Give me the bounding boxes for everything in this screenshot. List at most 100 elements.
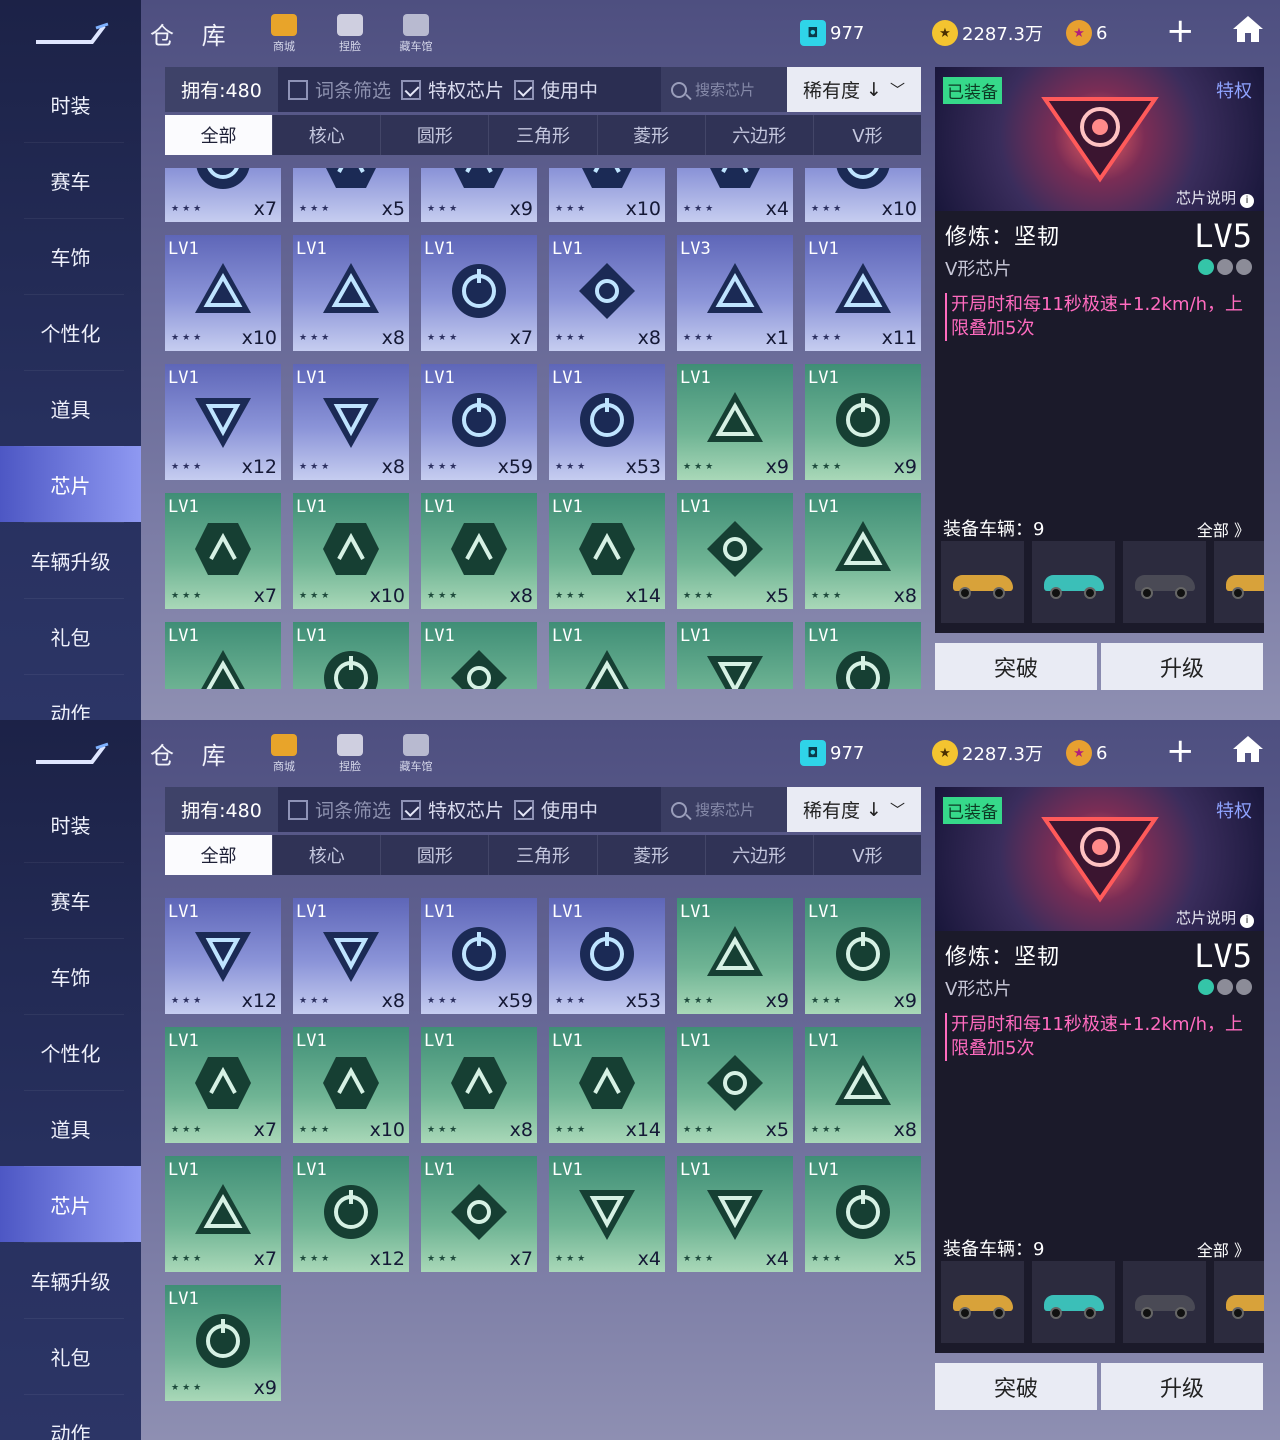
chip-tile[interactable]: ★★★ x10 bbox=[549, 168, 665, 222]
privilege-chip-checkbox[interactable]: 特权芯片 bbox=[401, 76, 504, 103]
category-tab[interactable]: 圆形 bbox=[381, 115, 490, 155]
chip-tile[interactable]: LV1 ★★★ x8 bbox=[421, 493, 537, 609]
category-tab[interactable]: 核心 bbox=[273, 835, 382, 875]
sidebar-item[interactable]: 动作 bbox=[0, 1394, 141, 1440]
chip-tile[interactable]: LV1★★★ bbox=[549, 622, 665, 689]
sidebar-item[interactable]: 时装 bbox=[0, 786, 141, 862]
sidebar-item[interactable]: 芯片 bbox=[0, 446, 141, 522]
vehicle-thumbnail[interactable] bbox=[1123, 1261, 1206, 1343]
vehicle-thumbnail[interactable] bbox=[1123, 541, 1206, 623]
chip-tile[interactable]: LV1 ★★★ x9 bbox=[677, 364, 793, 480]
sidebar-item[interactable]: 芯片 bbox=[0, 1166, 141, 1242]
home-icon[interactable] bbox=[1232, 14, 1264, 44]
category-tab[interactable]: 核心 bbox=[273, 115, 382, 155]
chip-tile[interactable]: LV1 ★★★ x8 bbox=[805, 493, 921, 609]
star-currency[interactable]: ★ 6 bbox=[1066, 18, 1107, 48]
chip-tile[interactable]: LV1 ★★★ x7 bbox=[421, 235, 537, 351]
add-icon[interactable]: + bbox=[1166, 14, 1195, 48]
chip-tile[interactable]: ★★★ x4 bbox=[677, 168, 793, 222]
chip-tile[interactable]: LV1 ★★★ x7 bbox=[165, 1156, 281, 1272]
affix-filter-checkbox[interactable]: 词条筛选 bbox=[288, 76, 391, 103]
category-tab[interactable]: V形 bbox=[814, 115, 921, 155]
sidebar-item[interactable]: 动作 bbox=[0, 674, 141, 721]
chip-tile[interactable]: LV1 ★★★ x12 bbox=[165, 364, 281, 480]
vehicle-thumbnail[interactable] bbox=[941, 541, 1024, 623]
chip-tile[interactable]: LV1 ★★★ x9 bbox=[805, 364, 921, 480]
chip-tile[interactable]: LV1 ★★★ x7 bbox=[165, 1027, 281, 1143]
chip-tile[interactable]: LV1 ★★★ x8 bbox=[293, 235, 409, 351]
ticket-currency[interactable]: ◘ 977 bbox=[800, 738, 864, 768]
category-tab[interactable]: 六边形 bbox=[706, 835, 814, 875]
in-use-checkbox[interactable]: 使用中 bbox=[514, 796, 598, 823]
in-use-checkbox[interactable]: 使用中 bbox=[514, 76, 598, 103]
chip-tile[interactable]: LV1★★★ bbox=[421, 622, 537, 689]
upgrade-button[interactable]: 升级 bbox=[1101, 1363, 1263, 1410]
top-nav-garage[interactable]: 藏车馆 bbox=[396, 734, 436, 774]
chip-tile[interactable]: LV1 ★★★ x10 bbox=[293, 493, 409, 609]
chip-tile[interactable]: LV1 ★★★ x7 bbox=[165, 493, 281, 609]
chip-tile[interactable]: LV1 ★★★ x11 bbox=[805, 235, 921, 351]
category-tab[interactable]: 菱形 bbox=[598, 835, 706, 875]
chip-tile[interactable]: LV1 ★★★ x4 bbox=[677, 1156, 793, 1272]
chip-tile[interactable]: LV1 ★★★ x7 bbox=[421, 1156, 537, 1272]
upgrade-button[interactable]: 升级 bbox=[1101, 643, 1263, 690]
sidebar-item[interactable]: 礼包 bbox=[0, 1318, 141, 1394]
sidebar-item[interactable]: 礼包 bbox=[0, 598, 141, 674]
chip-tile[interactable]: LV1 ★★★ x14 bbox=[549, 493, 665, 609]
sidebar-item[interactable]: 时装 bbox=[0, 66, 141, 142]
coin-currency[interactable]: ★ 2287.3万 bbox=[932, 18, 1043, 48]
sidebar-item[interactable]: 道具 bbox=[0, 1090, 141, 1166]
chip-tile[interactable]: LV1 ★★★ x53 bbox=[549, 364, 665, 480]
sidebar-item[interactable]: 赛车 bbox=[0, 862, 141, 938]
chip-tile[interactable]: LV1 ★★★ x8 bbox=[805, 1027, 921, 1143]
sidebar-item[interactable]: 车饰 bbox=[0, 938, 141, 1014]
top-nav-shop[interactable]: 商城 bbox=[264, 734, 304, 774]
chip-tile[interactable]: LV1 ★★★ x10 bbox=[293, 1027, 409, 1143]
home-icon[interactable] bbox=[1232, 734, 1264, 764]
breakthrough-button[interactable]: 突破 bbox=[935, 643, 1097, 690]
sort-dropdown[interactable]: 稀有度 ↓ ﹀ bbox=[787, 67, 921, 112]
chip-tile[interactable]: LV3 ★★★ x1 bbox=[677, 235, 793, 351]
sidebar-item[interactable]: 车辆升级 bbox=[0, 522, 141, 598]
category-tab[interactable]: 三角形 bbox=[489, 835, 598, 875]
category-tab[interactable]: 三角形 bbox=[489, 115, 598, 155]
chip-tile[interactable]: LV1 ★★★ x8 bbox=[549, 235, 665, 351]
privilege-chip-checkbox[interactable]: 特权芯片 bbox=[401, 796, 504, 823]
category-tab[interactable]: 六边形 bbox=[706, 115, 814, 155]
category-tab[interactable]: 菱形 bbox=[598, 115, 706, 155]
affix-filter-checkbox[interactable]: 词条筛选 bbox=[288, 796, 391, 823]
chip-tile[interactable]: ★★★ x7 bbox=[165, 168, 281, 222]
chip-tile[interactable]: ★★★ x10 bbox=[805, 168, 921, 222]
breakthrough-button[interactable]: 突破 bbox=[935, 1363, 1097, 1410]
chip-description-link[interactable]: 芯片说明 i bbox=[1176, 907, 1254, 928]
star-currency[interactable]: ★ 6 bbox=[1066, 738, 1107, 768]
chip-tile[interactable]: LV1 ★★★ x8 bbox=[293, 898, 409, 1014]
sidebar-item[interactable]: 车辆升级 bbox=[0, 1242, 141, 1318]
chip-tile[interactable]: LV1 ★★★ x8 bbox=[421, 1027, 537, 1143]
chip-tile[interactable]: LV1 ★★★ x10 bbox=[165, 235, 281, 351]
chip-tile[interactable]: LV1★★★ bbox=[805, 622, 921, 689]
category-tab[interactable]: 圆形 bbox=[381, 835, 490, 875]
chip-tile[interactable]: ★★★ x9 bbox=[421, 168, 537, 222]
chip-tile[interactable]: LV1 ★★★ x9 bbox=[805, 898, 921, 1014]
chip-tile[interactable]: LV1 ★★★ x12 bbox=[165, 898, 281, 1014]
chip-tile[interactable]: LV1★★★ bbox=[165, 622, 281, 689]
chip-description-link[interactable]: 芯片说明 i bbox=[1176, 187, 1254, 208]
chip-tile[interactable]: LV1★★★ bbox=[677, 622, 793, 689]
category-tab[interactable]: 全部 bbox=[165, 115, 274, 155]
top-nav-garage[interactable]: 藏车馆 bbox=[396, 14, 436, 54]
chip-search-input[interactable]: 搜索芯片 bbox=[661, 67, 787, 112]
chip-tile[interactable]: LV1 ★★★ x5 bbox=[805, 1156, 921, 1272]
ticket-currency[interactable]: ◘ 977 bbox=[800, 18, 864, 48]
top-nav-shop[interactable]: 商城 bbox=[264, 14, 304, 54]
coin-currency[interactable]: ★ 2287.3万 bbox=[932, 738, 1043, 768]
category-tab[interactable]: 全部 bbox=[165, 835, 274, 875]
view-all-link[interactable]: 全部 》 bbox=[1197, 517, 1250, 541]
chip-tile[interactable]: LV1 ★★★ x4 bbox=[549, 1156, 665, 1272]
vehicle-thumbnail[interactable] bbox=[1032, 1261, 1115, 1343]
top-nav-face-edit[interactable]: 捏脸 bbox=[330, 734, 370, 774]
chip-tile[interactable]: LV1 ★★★ x9 bbox=[165, 1285, 281, 1401]
sidebar-item[interactable]: 个性化 bbox=[0, 294, 141, 370]
vehicle-thumbnail[interactable] bbox=[1032, 541, 1115, 623]
view-all-link[interactable]: 全部 》 bbox=[1197, 1237, 1250, 1261]
